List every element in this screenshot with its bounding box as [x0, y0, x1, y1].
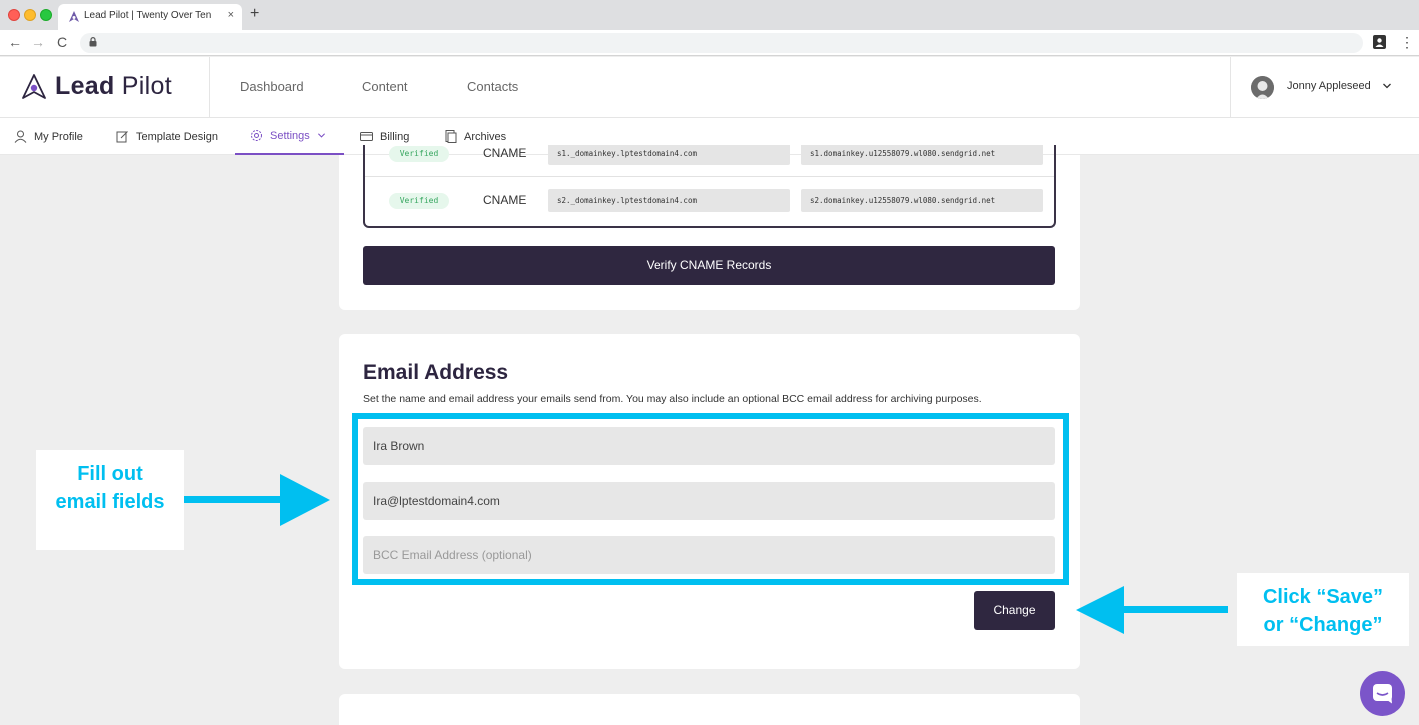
lock-icon	[89, 37, 97, 47]
avatar	[1251, 76, 1274, 99]
browser-tab-bar: Lead Pilot | Twenty Over Ten × +	[0, 0, 1419, 30]
host-field[interactable]: s1._domainkey.lptestdomain4.com	[548, 145, 790, 165]
annotation-line: Click “Save”	[1262, 586, 1384, 608]
rocket-logo-icon	[22, 74, 46, 99]
dns-records-card: Verified CNAME s1._domainkey.lptestdomai…	[339, 145, 1080, 310]
nav-dashboard[interactable]: Dashboard	[240, 79, 304, 94]
record-type: CNAME	[483, 146, 527, 160]
nav-content[interactable]: Content	[362, 79, 408, 94]
new-tab-button[interactable]: +	[250, 5, 259, 23]
logo[interactable]: Lead Pilot	[0, 57, 210, 118]
section-title: Email Address	[363, 361, 509, 384]
arrow-left-icon	[1076, 586, 1228, 634]
address-bar: ← → C ⋮	[0, 30, 1419, 56]
annotation-line: or “Change”	[1263, 614, 1383, 636]
arrow-right-icon	[184, 474, 330, 526]
forward-button[interactable]: →	[31, 34, 45, 50]
user-menu[interactable]: Jonny Appleseed	[1230, 57, 1419, 118]
credit-card-icon	[360, 132, 373, 141]
chat-launcher-button[interactable]	[1360, 671, 1405, 716]
next-card	[339, 694, 1080, 725]
chat-icon	[1373, 684, 1392, 704]
logo-text: Lead Pilot	[55, 72, 172, 100]
dns-table: Verified CNAME s1._domainkey.lptestdomai…	[363, 145, 1056, 228]
change-button[interactable]: Change	[974, 591, 1055, 630]
value-field[interactable]: s2.domainkey.u12558079.wl080.sendgrid.ne…	[801, 189, 1043, 212]
subnav-label: Template Design	[136, 130, 218, 143]
lead-pilot-favicon-icon	[69, 11, 79, 22]
annotation-click-save: Click “Save” or “Change”	[1237, 573, 1409, 646]
browser-profile-icon[interactable]	[1373, 35, 1386, 49]
nav-contacts[interactable]: Contacts	[467, 79, 518, 94]
back-button[interactable]: ←	[8, 34, 22, 50]
user-name: Jonny Appleseed	[1287, 80, 1371, 92]
app-header: Lead Pilot Dashboard Content Contacts Jo…	[0, 57, 1419, 118]
maximize-window-button[interactable]	[40, 9, 52, 21]
url-field[interactable]	[80, 33, 1363, 53]
annotation-line: email fields	[55, 491, 165, 513]
table-row: Verified CNAME s1._domainkey.lptestdomai…	[365, 145, 1054, 177]
minimize-window-button[interactable]	[24, 9, 36, 21]
status-badge: Verified	[389, 146, 449, 162]
chevron-down-icon[interactable]	[1382, 81, 1392, 91]
gear-icon	[251, 130, 262, 141]
subnav-label: My Profile	[34, 130, 83, 143]
archive-icon	[445, 130, 457, 143]
table-row: Verified CNAME s2._domainkey.lptestdomai…	[365, 178, 1054, 224]
browser-tab[interactable]: Lead Pilot | Twenty Over Ten ×	[58, 4, 242, 30]
browser-menu-icon[interactable]: ⋮	[1400, 34, 1414, 51]
subnav-label: Billing	[380, 130, 410, 143]
reload-button[interactable]: C	[57, 34, 67, 50]
value-field[interactable]: s1.domainkey.u12558079.wl080.sendgrid.ne…	[801, 145, 1043, 165]
highlight-box	[352, 413, 1069, 585]
email-address-card: Email Address Set the name and email add…	[339, 334, 1080, 669]
annotation-line: Fill out	[77, 463, 143, 485]
record-type: CNAME	[483, 193, 527, 207]
subnav-label: Settings	[270, 129, 310, 142]
subnav-label: Archives	[464, 130, 507, 143]
annotation-fill-fields: Fill out email fields	[36, 450, 184, 550]
subnav-settings[interactable]: Settings	[235, 118, 344, 155]
host-field[interactable]: s2._domainkey.lptestdomain4.com	[548, 189, 790, 212]
section-description: Set the name and email address your emai…	[363, 393, 982, 405]
subnav-my-profile[interactable]: My Profile	[14, 118, 83, 155]
edit-template-icon	[116, 131, 128, 143]
user-icon	[14, 130, 27, 143]
tab-close-icon[interactable]: ×	[228, 9, 234, 21]
tab-title: Lead Pilot | Twenty Over Ten	[84, 10, 212, 21]
close-window-button[interactable]	[8, 9, 20, 21]
status-badge: Verified	[389, 193, 449, 209]
verify-cname-button[interactable]: Verify CNAME Records	[363, 246, 1055, 285]
chevron-down-icon	[317, 133, 325, 138]
subnav-template-design[interactable]: Template Design	[116, 118, 218, 155]
